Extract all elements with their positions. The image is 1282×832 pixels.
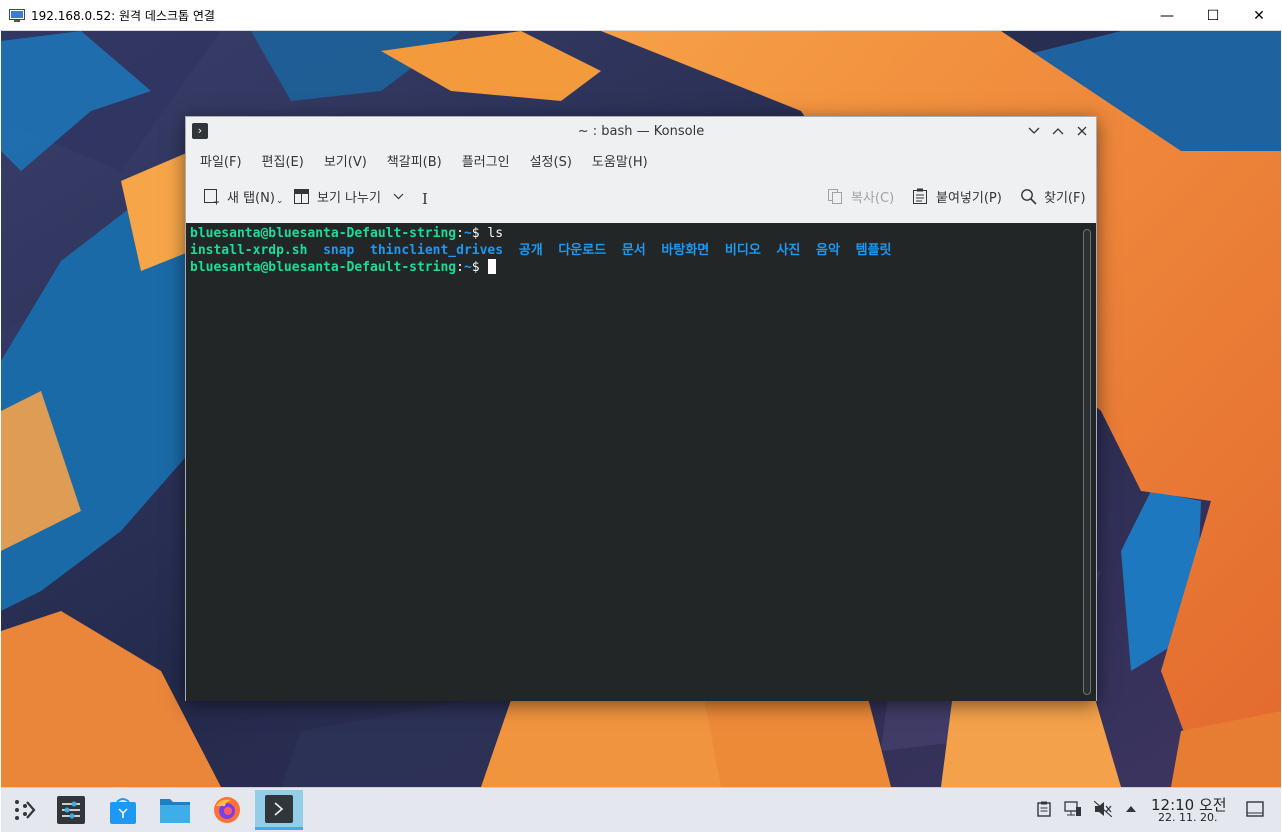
dropdown-indicator-icon: ⌄ bbox=[275, 196, 284, 206]
copy-label: 복사(C) bbox=[851, 190, 895, 206]
prompt-symbol: $ bbox=[471, 226, 480, 241]
paste-button[interactable]: 붙여넣기(P) bbox=[911, 181, 1002, 211]
menu-plugins[interactable]: 플러그인 bbox=[452, 151, 520, 170]
clipboard-icon[interactable] bbox=[1035, 800, 1053, 818]
new-tab-icon bbox=[202, 187, 220, 205]
terminal-line: bluesanta@bluesanta-Default-string:~$ ls bbox=[190, 226, 504, 241]
ls-output-line: install-xrdp.sh snap thinclient_drives 공… bbox=[190, 242, 1092, 259]
app-launcher-icon bbox=[15, 800, 36, 820]
prompt-user: bluesanta@bluesanta-Default-string bbox=[190, 226, 457, 241]
minimize-icon: — bbox=[1160, 7, 1174, 24]
paste-label: 붙여넣기(P) bbox=[936, 190, 1002, 206]
copy-button[interactable]: 복사(C) bbox=[826, 181, 894, 211]
prompt-user: bluesanta@bluesanta-Default-string bbox=[190, 260, 457, 275]
discover-icon bbox=[110, 798, 136, 824]
maximize-icon: ☐ bbox=[1206, 7, 1220, 24]
remote-desktop-icon bbox=[9, 8, 25, 22]
terminal-line: bluesanta@bluesanta-Default-string:~$ bbox=[190, 259, 1092, 276]
dolphin-task[interactable] bbox=[151, 790, 199, 830]
rdp-window-title: 192.168.0.52: 원격 데스크톱 연결 bbox=[31, 8, 215, 23]
konsole-menubar: 파일(F) 편집(E) 보기(V) 책갈피(B) 플러그인 설정(S) 도움말(… bbox=[186, 145, 1096, 175]
rdp-maximize-button[interactable]: ☐ bbox=[1190, 0, 1236, 31]
app-launcher-button[interactable] bbox=[1, 790, 49, 830]
clock-date[interactable]: 22. 11. 20. bbox=[1158, 811, 1217, 824]
menu-help[interactable]: 도움말(H) bbox=[582, 151, 658, 170]
system-settings-task[interactable] bbox=[47, 790, 95, 830]
split-view-label: 보기 나누기 bbox=[317, 190, 381, 206]
menu-bookmarks[interactable]: 책갈피(B) bbox=[377, 151, 452, 170]
new-tab-label: 새 탭(N) bbox=[227, 190, 275, 206]
konsole-maximize-button[interactable] bbox=[1048, 121, 1068, 141]
ls-dir: thinclient_drives bbox=[370, 243, 504, 258]
copy-icon bbox=[826, 187, 844, 205]
konsole-toolbar: 새 탭(N) ⌄ 보기 나누기 I 복사(C) 붙여넣기(P) 찾기(F) bbox=[186, 175, 1096, 217]
ls-dir: 템플릿 bbox=[855, 243, 892, 258]
prompt-symbol: $ bbox=[471, 260, 480, 275]
chevron-down-icon bbox=[1028, 127, 1040, 134]
chevron-down-icon bbox=[393, 189, 404, 204]
ls-file: install-xrdp.sh bbox=[190, 243, 308, 258]
chevron-up-icon bbox=[1052, 128, 1064, 135]
konsole-icon bbox=[265, 794, 293, 823]
ls-dir: snap bbox=[323, 243, 355, 258]
prompt-path: ~ bbox=[463, 260, 472, 275]
split-view-button[interactable]: 보기 나누기 bbox=[292, 181, 404, 211]
ls-dir: 비디오 bbox=[724, 243, 761, 258]
menu-settings[interactable]: 설정(S) bbox=[520, 151, 582, 170]
konsole-close-button[interactable] bbox=[1072, 121, 1092, 141]
ls-dir: 사진 bbox=[776, 243, 801, 258]
konsole-window[interactable]: › ~ : bash — Konsole 파일(F) 편집(E) 보기(V) 책… bbox=[185, 116, 1097, 701]
menu-file[interactable]: 파일(F) bbox=[190, 151, 252, 170]
paste-icon bbox=[911, 187, 929, 205]
tray-expand-icon[interactable] bbox=[1122, 800, 1140, 818]
close-icon bbox=[1077, 126, 1087, 136]
show-desktop-icon[interactable] bbox=[1246, 800, 1264, 818]
rdp-close-button[interactable]: ✕ bbox=[1236, 0, 1282, 31]
typed-command: ls bbox=[479, 226, 504, 241]
taskbar: 12:10 오전 22. 11. 20. bbox=[1, 787, 1281, 832]
konsole-task[interactable] bbox=[255, 790, 303, 830]
menu-view[interactable]: 보기(V) bbox=[314, 151, 377, 170]
ls-dir: 음악 bbox=[816, 243, 840, 258]
volume-muted-icon[interactable] bbox=[1094, 800, 1112, 818]
prompt-path: ~ bbox=[463, 226, 472, 241]
text-cursor-icon: I bbox=[422, 190, 428, 208]
konsole-window-title: ~ : bash — Konsole bbox=[577, 123, 705, 139]
terminal-cursor bbox=[488, 259, 497, 274]
firefox-icon bbox=[214, 797, 240, 823]
rdp-titlebar: 192.168.0.52: 원격 데스크톱 연결 — ☐ ✕ bbox=[0, 0, 1282, 31]
desktop[interactable]: › ~ : bash — Konsole 파일(F) 편집(E) 보기(V) 책… bbox=[1, 31, 1281, 787]
terminal-view[interactable]: bluesanta@bluesanta-Default-string:~$ ls… bbox=[186, 223, 1096, 701]
konsole-minimize-button[interactable] bbox=[1024, 121, 1044, 141]
rdp-minimize-button[interactable]: — bbox=[1144, 0, 1190, 31]
firefox-task[interactable] bbox=[203, 790, 251, 830]
ls-dir: 다운로드 bbox=[558, 243, 607, 258]
folder-icon bbox=[160, 799, 190, 823]
search-icon bbox=[1019, 187, 1037, 205]
konsole-titlebar[interactable]: › ~ : bash — Konsole bbox=[186, 117, 1096, 145]
ls-dir: 문서 bbox=[621, 243, 646, 258]
ls-dir: 바탕화면 bbox=[661, 243, 710, 258]
network-icon[interactable] bbox=[1064, 800, 1082, 818]
ls-dir: 공개 bbox=[518, 243, 543, 258]
discover-task[interactable] bbox=[99, 790, 147, 830]
system-settings-icon bbox=[57, 796, 85, 824]
find-label: 찾기(F) bbox=[1044, 190, 1086, 206]
find-button[interactable]: 찾기(F) bbox=[1019, 181, 1086, 211]
terminal-scrollbar[interactable] bbox=[1083, 229, 1091, 695]
split-view-icon bbox=[292, 187, 310, 205]
menu-edit[interactable]: 편집(E) bbox=[252, 151, 314, 170]
close-icon: ✕ bbox=[1253, 7, 1265, 24]
new-tab-button[interactable]: 새 탭(N) ⌄ bbox=[202, 181, 283, 211]
konsole-app-icon: › bbox=[192, 123, 208, 139]
